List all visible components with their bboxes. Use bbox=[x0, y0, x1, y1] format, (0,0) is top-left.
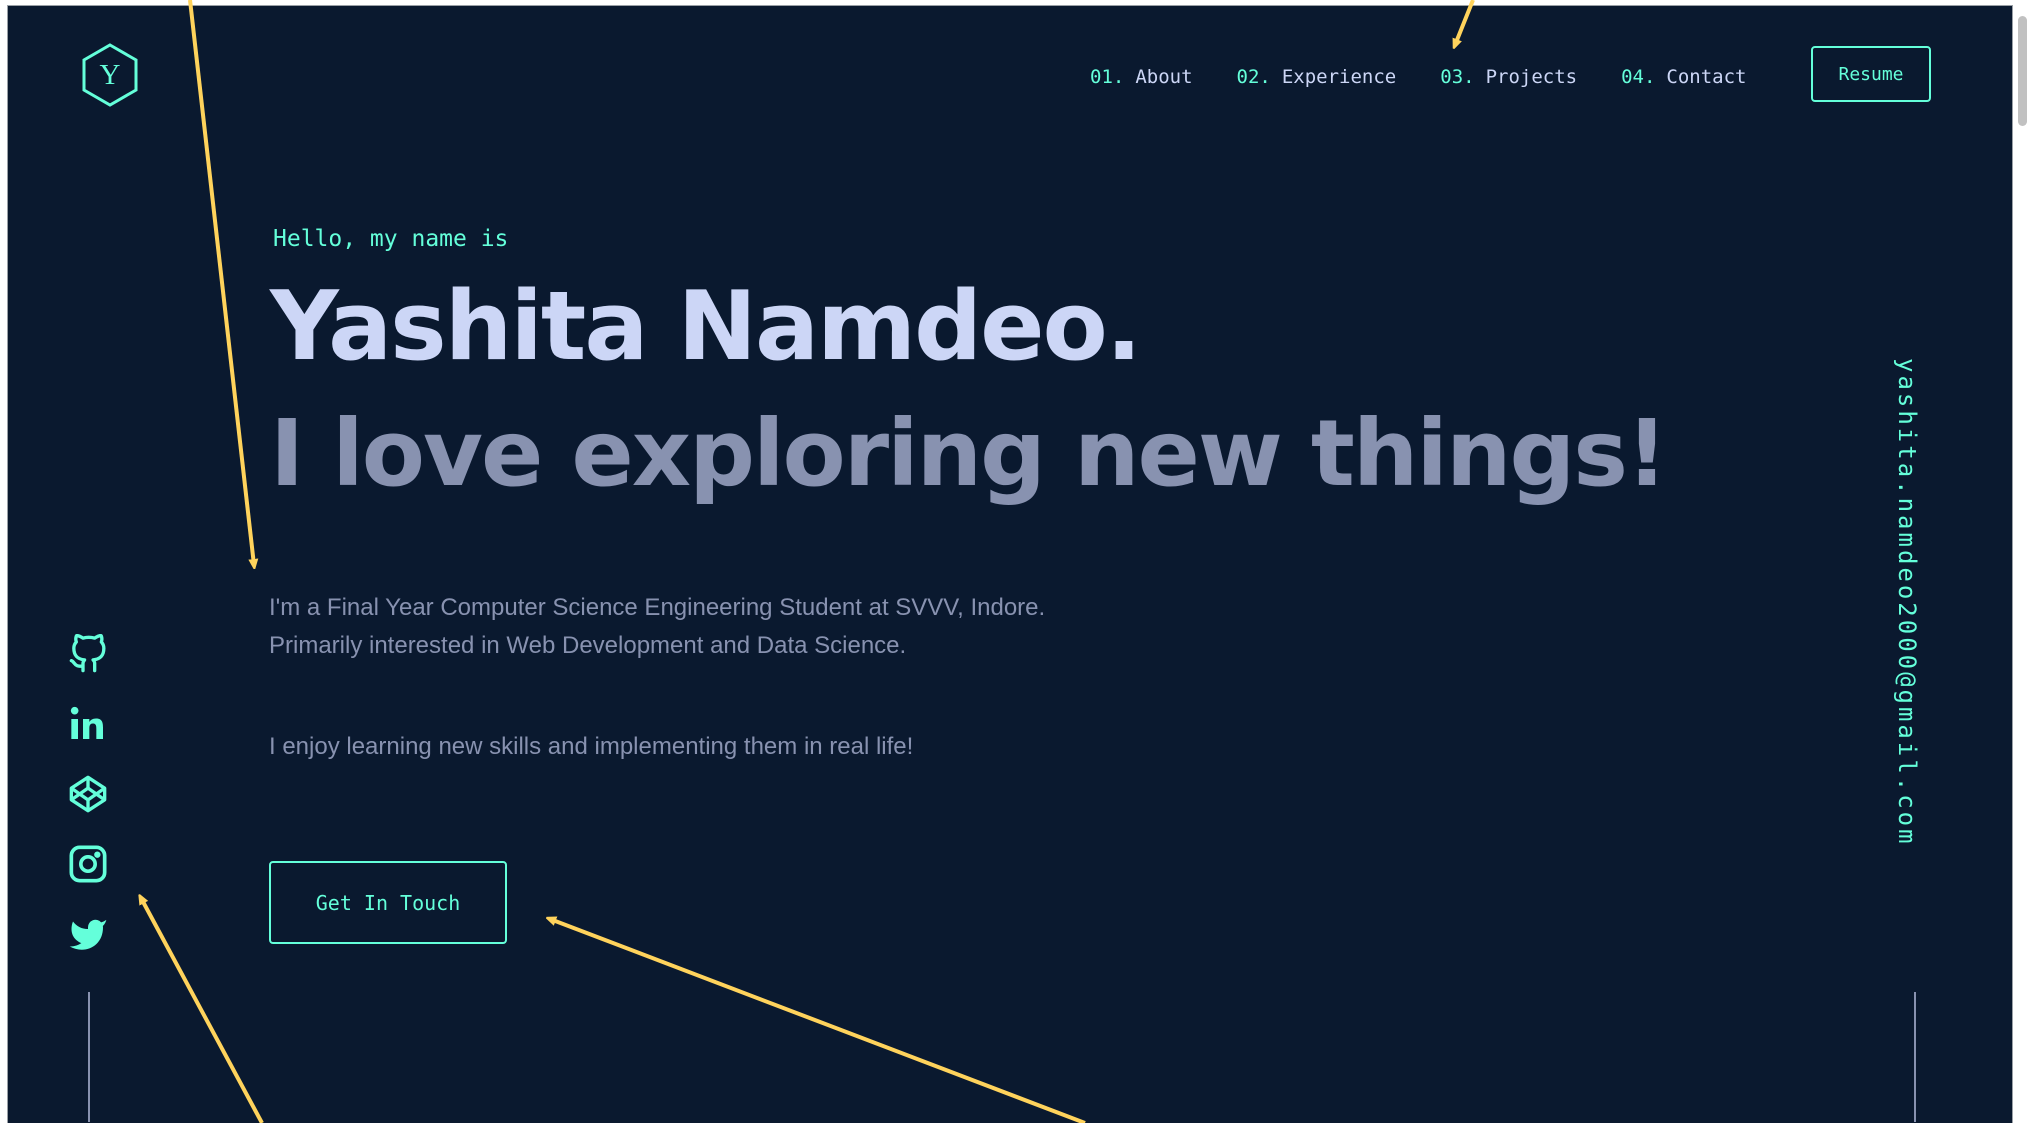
scrollbar-thumb[interactable] bbox=[2018, 16, 2027, 126]
email-divider-line bbox=[1914, 992, 1916, 1122]
social-links bbox=[68, 634, 108, 954]
hero-name: Yashita Namdeo. bbox=[270, 272, 1142, 382]
nav-number: 03. bbox=[1440, 66, 1475, 88]
main-nav: 01. About 02. Experience 03. Projects 04… bbox=[1090, 66, 1747, 88]
nav-item-about[interactable]: 01. About bbox=[1090, 66, 1193, 88]
twitter-icon[interactable] bbox=[68, 914, 108, 954]
codepen-icon[interactable] bbox=[68, 774, 108, 814]
nav-number: 01. bbox=[1090, 66, 1125, 88]
nav-label: Projects bbox=[1485, 66, 1578, 88]
resume-button[interactable]: Resume bbox=[1811, 46, 1931, 102]
github-icon[interactable] bbox=[68, 634, 108, 674]
social-divider-line bbox=[88, 992, 90, 1122]
hero-paragraph-2: I enjoy learning new skills and implemen… bbox=[269, 733, 914, 760]
get-in-touch-button[interactable]: Get In Touch bbox=[269, 861, 507, 944]
nav-label: Experience bbox=[1281, 66, 1397, 88]
nav-number: 02. bbox=[1236, 66, 1271, 88]
email-link[interactable]: yashita.namdeo2000@gmail.com bbox=[1893, 358, 1921, 847]
hero-paragraph-1: I'm a Final Year Computer Science Engine… bbox=[269, 594, 1046, 659]
nav-item-experience[interactable]: 02. Experience bbox=[1237, 66, 1397, 88]
hero-tagline: I love exploring new things! bbox=[270, 400, 1668, 507]
nav-label: About bbox=[1135, 66, 1193, 88]
scrollbar-track[interactable] bbox=[2012, 6, 2032, 1123]
nav-item-projects[interactable]: 03. Projects bbox=[1440, 66, 1577, 88]
logo[interactable]: Y bbox=[80, 42, 140, 108]
linkedin-icon[interactable] bbox=[68, 704, 108, 744]
nav-number: 04. bbox=[1621, 66, 1656, 88]
nav-label: Contact bbox=[1666, 66, 1747, 88]
hero-intro: Hello, my name is bbox=[273, 226, 509, 252]
nav-item-contact[interactable]: 04. Contact bbox=[1621, 66, 1746, 88]
instagram-icon[interactable] bbox=[68, 844, 108, 884]
logo-letter: Y bbox=[99, 58, 121, 91]
portfolio-page bbox=[8, 6, 2012, 1123]
